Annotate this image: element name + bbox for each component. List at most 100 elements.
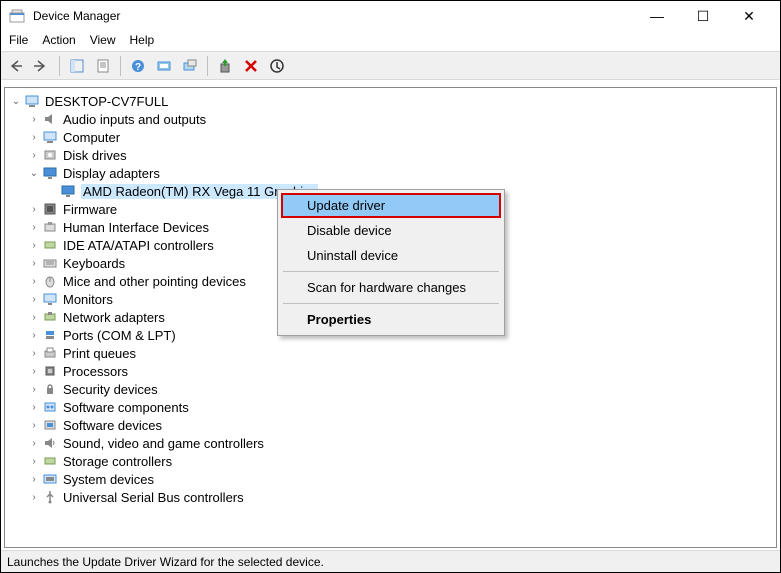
- keyboard-icon: [41, 255, 59, 271]
- properties-button[interactable]: [92, 55, 114, 77]
- security-icon: [41, 381, 59, 397]
- forward-button[interactable]: [31, 55, 53, 77]
- tree-node-print[interactable]: › Print queues: [23, 344, 776, 362]
- minimize-button[interactable]: —: [634, 2, 680, 30]
- tree-node-processors[interactable]: › Processors: [23, 362, 776, 380]
- menu-help[interactable]: Help: [130, 33, 155, 47]
- scan-hardware-button[interactable]: [153, 55, 175, 77]
- monitor-icon: [41, 291, 59, 307]
- tree-label: Mice and other pointing devices: [63, 274, 246, 289]
- ide-icon: [41, 237, 59, 253]
- hid-icon: [41, 219, 59, 235]
- network-icon: [41, 309, 59, 325]
- expand-icon[interactable]: ›: [27, 292, 41, 306]
- tree-node-system[interactable]: › System devices: [23, 470, 776, 488]
- svg-text:?: ?: [135, 62, 141, 73]
- audio-icon: [41, 111, 59, 127]
- ctx-uninstall-device[interactable]: Uninstall device: [281, 243, 501, 268]
- back-button[interactable]: [5, 55, 27, 77]
- sound-icon: [41, 435, 59, 451]
- tree-label: Computer: [63, 130, 120, 145]
- tree-label: Print queues: [63, 346, 136, 361]
- expand-icon[interactable]: ›: [27, 490, 41, 504]
- ctx-update-driver[interactable]: Update driver: [281, 193, 501, 218]
- tree-label: Software components: [63, 400, 189, 415]
- expand-icon[interactable]: ›: [27, 436, 41, 450]
- tree-node-security[interactable]: › Security devices: [23, 380, 776, 398]
- expand-icon[interactable]: ›: [27, 220, 41, 234]
- tree-node-sound[interactable]: › Sound, video and game controllers: [23, 434, 776, 452]
- expand-icon[interactable]: ›: [27, 346, 41, 360]
- tree-root[interactable]: ⌄ DESKTOP-CV7FULL: [5, 92, 776, 110]
- expand-icon[interactable]: ›: [27, 454, 41, 468]
- display-icon: [59, 183, 77, 199]
- tree-label: Keyboards: [63, 256, 125, 271]
- tree-label: Security devices: [63, 382, 158, 397]
- tree-label: DESKTOP-CV7FULL: [45, 94, 168, 109]
- software-component-icon: [41, 399, 59, 415]
- tree-label: Sound, video and game controllers: [63, 436, 264, 451]
- ctx-disable-device[interactable]: Disable device: [281, 218, 501, 243]
- ctx-separator: [283, 271, 499, 272]
- tree-label: Software devices: [63, 418, 162, 433]
- expand-icon[interactable]: ›: [27, 364, 41, 378]
- tree-label: Universal Serial Bus controllers: [63, 490, 244, 505]
- expand-icon[interactable]: ›: [27, 400, 41, 414]
- tree-label: System devices: [63, 472, 154, 487]
- ctx-properties[interactable]: Properties: [281, 307, 501, 332]
- tree-label: Human Interface Devices: [63, 220, 209, 235]
- ctx-scan-hardware[interactable]: Scan for hardware changes: [281, 275, 501, 300]
- context-menu: Update driver Disable device Uninstall d…: [277, 189, 505, 336]
- tree-node-display[interactable]: ⌄Display adapters: [23, 164, 776, 182]
- expand-icon[interactable]: ›: [27, 130, 41, 144]
- expand-icon[interactable]: ›: [27, 256, 41, 270]
- titlebar: Device Manager — ☐ ✕: [1, 1, 780, 31]
- expand-icon[interactable]: ›: [27, 148, 41, 162]
- system-icon: [41, 471, 59, 487]
- computer-icon: [23, 93, 41, 109]
- expand-icon[interactable]: ›: [27, 238, 41, 252]
- software-device-icon: [41, 417, 59, 433]
- maximize-button[interactable]: ☐: [680, 2, 726, 30]
- firmware-icon: [41, 201, 59, 217]
- usb-icon: [41, 489, 59, 505]
- tree-node-swdev[interactable]: › Software devices: [23, 416, 776, 434]
- disable-device-button[interactable]: [266, 55, 288, 77]
- expand-icon[interactable]: ⌄: [27, 166, 41, 180]
- tree-node-usb[interactable]: › Universal Serial Bus controllers: [23, 488, 776, 506]
- tree-node-swcomp[interactable]: › Software components: [23, 398, 776, 416]
- expand-icon[interactable]: ›: [27, 112, 41, 126]
- expand-icon[interactable]: ›: [27, 472, 41, 486]
- tree-node-computer[interactable]: › Computer: [23, 128, 776, 146]
- menubar: File Action View Help: [1, 31, 780, 52]
- computer-icon: [41, 129, 59, 145]
- show-hide-console-tree-button[interactable]: [66, 55, 88, 77]
- tree-node-disk[interactable]: ›Disk drives: [23, 146, 776, 164]
- update-driver-button[interactable]: [179, 55, 201, 77]
- menu-view[interactable]: View: [90, 33, 116, 47]
- expand-icon[interactable]: ›: [27, 382, 41, 396]
- expand-icon[interactable]: ›: [27, 418, 41, 432]
- statusbar-text: Launches the Update Driver Wizard for th…: [7, 555, 324, 569]
- uninstall-device-button[interactable]: [240, 55, 262, 77]
- help-button[interactable]: ?: [127, 55, 149, 77]
- ports-icon: [41, 327, 59, 343]
- expand-icon[interactable]: ›: [27, 202, 41, 216]
- expand-icon[interactable]: ⌄: [9, 94, 23, 108]
- expand-icon[interactable]: ›: [27, 310, 41, 324]
- menu-action[interactable]: Action: [42, 33, 75, 47]
- close-button[interactable]: ✕: [726, 2, 772, 30]
- disk-icon: [41, 147, 59, 163]
- tree-label: Monitors: [63, 292, 113, 307]
- tree-node-storage[interactable]: › Storage controllers: [23, 452, 776, 470]
- tree-label: Processors: [63, 364, 128, 379]
- enable-device-button[interactable]: [214, 55, 236, 77]
- tree-node-audio[interactable]: › Audio inputs and outputs: [23, 110, 776, 128]
- expand-icon[interactable]: ›: [27, 274, 41, 288]
- tree-label: Network adapters: [63, 310, 165, 325]
- menu-file[interactable]: File: [9, 33, 28, 47]
- tree-label: Storage controllers: [63, 454, 172, 469]
- expand-icon[interactable]: ›: [27, 328, 41, 342]
- ctx-separator: [283, 303, 499, 304]
- tree-label: Audio inputs and outputs: [63, 112, 206, 127]
